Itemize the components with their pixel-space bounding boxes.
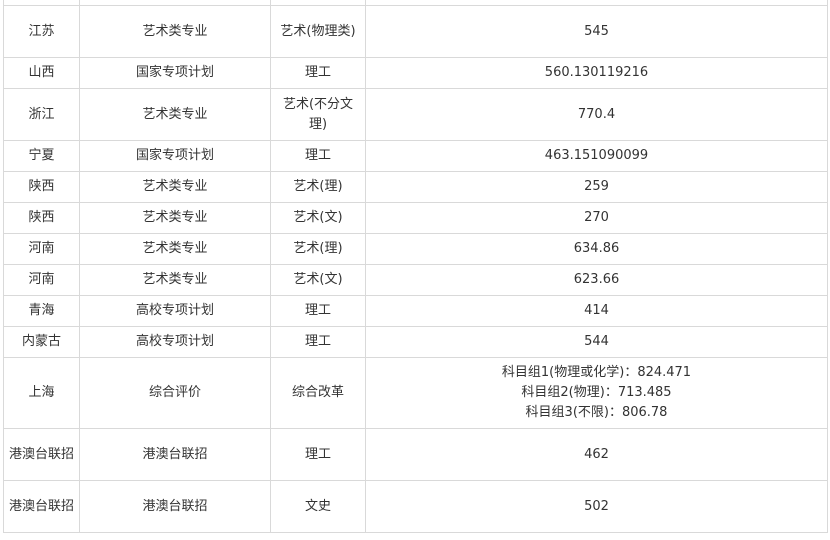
province-cell: 河南 — [3, 264, 80, 296]
score-line: 科目组3(不限)：806.78 — [525, 405, 668, 420]
province-cell: 上海 — [3, 357, 80, 429]
batch-cell: 国家专项计划 — [79, 57, 271, 89]
admission-score-table: 江苏 艺术类专业 艺术(物理类) 545 山西 国家专项计划 理工 560.13… — [3, 0, 828, 533]
category-cell: 文史 — [270, 480, 366, 533]
province-cell: 陕西 — [3, 171, 80, 203]
table-row: 陕西 艺术类专业 艺术(理) 259 — [3, 171, 828, 203]
batch-cell: 综合评价 — [79, 357, 271, 429]
score-cell: 463.151090099 — [365, 140, 828, 172]
province-cell: 港澳台联招 — [3, 480, 80, 533]
category-cell: 理工 — [270, 295, 366, 327]
province-cell: 浙江 — [3, 88, 80, 141]
score-table-container: 江苏 艺术类专业 艺术(物理类) 545 山西 国家专项计划 理工 560.13… — [3, 0, 828, 533]
batch-cell: 港澳台联招 — [79, 480, 271, 533]
category-cell: 艺术(理) — [270, 171, 366, 203]
batch-cell: 艺术类专业 — [79, 202, 271, 234]
table-row: 浙江 艺术类专业 艺术(不分文理) 770.4 — [3, 88, 828, 141]
table-row: 江苏 艺术类专业 艺术(物理类) 545 — [3, 5, 828, 58]
score-cell: 623.66 — [365, 264, 828, 296]
province-cell: 内蒙古 — [3, 326, 80, 358]
province-cell: 港澳台联招 — [3, 428, 80, 481]
score-cell: 502 — [365, 480, 828, 533]
category-cell: 艺术(物理类) — [270, 5, 366, 58]
category-cell: 理工 — [270, 57, 366, 89]
category-cell: 综合改革 — [270, 357, 366, 429]
table-row: 港澳台联招 港澳台联招 文史 502 — [3, 480, 828, 533]
batch-cell: 艺术类专业 — [79, 233, 271, 265]
province-cell: 江苏 — [3, 5, 80, 58]
score-line: 科目组2(物理)：713.485 — [521, 385, 672, 400]
table-row: 上海 综合评价 综合改革 科目组1(物理或化学)：824.471 科目组2(物理… — [3, 357, 828, 429]
table-row: 港澳台联招 港澳台联招 理工 462 — [3, 428, 828, 481]
table-row: 山西 国家专项计划 理工 560.130119216 — [3, 57, 828, 89]
score-cell: 770.4 — [365, 88, 828, 141]
batch-cell: 港澳台联招 — [79, 428, 271, 481]
score-cell: 414 — [365, 295, 828, 327]
category-cell: 艺术(不分文理) — [270, 88, 366, 141]
table-row: 青海 高校专项计划 理工 414 — [3, 295, 828, 327]
batch-cell: 高校专项计划 — [79, 295, 271, 327]
category-cell: 艺术(理) — [270, 233, 366, 265]
table-row: 宁夏 国家专项计划 理工 463.151090099 — [3, 140, 828, 172]
batch-cell: 艺术类专业 — [79, 88, 271, 141]
table-row: 陕西 艺术类专业 艺术(文) 270 — [3, 202, 828, 234]
score-cell: 545 — [365, 5, 828, 58]
score-cell: 462 — [365, 428, 828, 481]
batch-cell: 高校专项计划 — [79, 326, 271, 358]
table-row: 内蒙古 高校专项计划 理工 544 — [3, 326, 828, 358]
batch-cell: 国家专项计划 — [79, 140, 271, 172]
category-cell: 理工 — [270, 140, 366, 172]
table-row: 河南 艺术类专业 艺术(文) 623.66 — [3, 264, 828, 296]
province-cell: 陕西 — [3, 202, 80, 234]
province-cell: 山西 — [3, 57, 80, 89]
province-cell: 河南 — [3, 233, 80, 265]
score-cell: 270 — [365, 202, 828, 234]
score-cell: 634.86 — [365, 233, 828, 265]
province-cell: 青海 — [3, 295, 80, 327]
category-cell: 艺术(文) — [270, 202, 366, 234]
category-cell: 理工 — [270, 428, 366, 481]
score-cell: 259 — [365, 171, 828, 203]
score-cell: 544 — [365, 326, 828, 358]
province-cell: 宁夏 — [3, 140, 80, 172]
batch-cell: 艺术类专业 — [79, 264, 271, 296]
table-row: 河南 艺术类专业 艺术(理) 634.86 — [3, 233, 828, 265]
score-line: 科目组1(物理或化学)：824.471 — [501, 365, 692, 380]
score-cell: 560.130119216 — [365, 57, 828, 89]
score-cell: 科目组1(物理或化学)：824.471 科目组2(物理)：713.485 科目组… — [365, 357, 828, 429]
batch-cell: 艺术类专业 — [79, 5, 271, 58]
category-cell: 理工 — [270, 326, 366, 358]
category-cell: 艺术(文) — [270, 264, 366, 296]
batch-cell: 艺术类专业 — [79, 171, 271, 203]
